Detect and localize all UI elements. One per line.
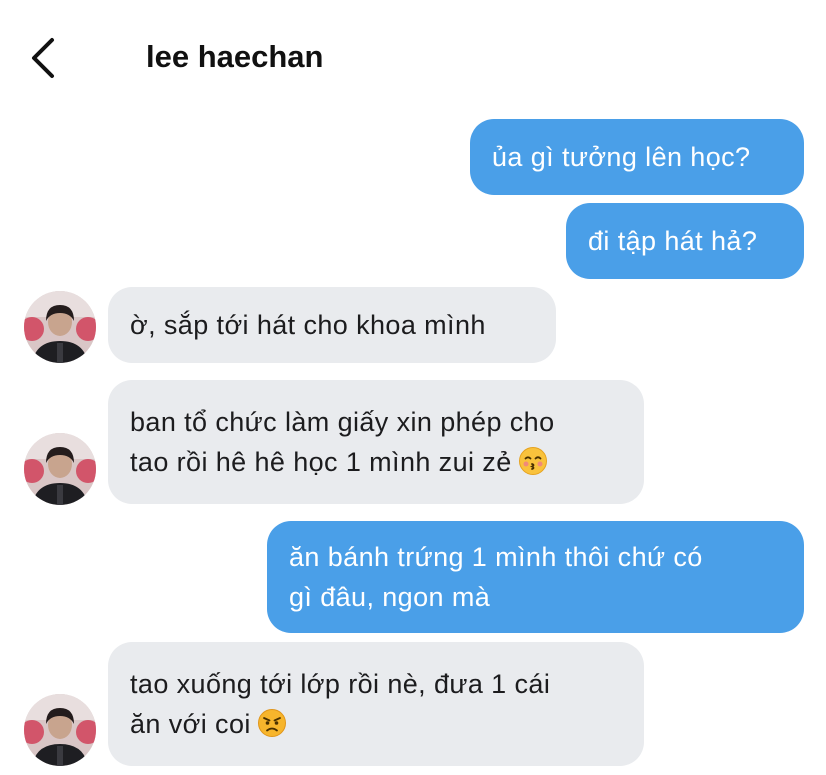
angry-face-emoji [257,709,286,737]
avatar[interactable] [24,433,96,505]
message-text-wrap: tao xuống tới lớp rồi nè, đưa 1 cái ăn v… [130,664,550,744]
message-bubble-incoming[interactable]: ờ, sắp tới hát cho khoa mình [108,287,556,363]
message-text: ăn bánh trứng 1 mình thôi chứ có gì đâu,… [289,542,703,612]
message-text-wrap: ban tổ chức làm giấy xin phép cho tao rồ… [130,402,555,482]
conversation-title[interactable]: lee haechan [146,38,323,76]
avatar[interactable] [24,694,96,766]
message-bubble-outgoing[interactable]: ăn bánh trứng 1 mình thôi chứ có gì đâu,… [267,521,804,633]
message-text: ờ, sắp tới hát cho khoa mình [130,310,486,340]
chevron-left-icon [32,38,54,78]
chat-screen: lee haechan ủa gì tưởng lên học? đi tập … [0,0,826,775]
avatar[interactable] [24,291,96,363]
message-bubble-incoming[interactable]: tao xuống tới lớp rồi nè, đưa 1 cái ăn v… [108,642,644,766]
message-bubble-outgoing[interactable]: đi tập hát hả? [566,203,804,279]
message-bubble-incoming[interactable]: ban tổ chức làm giấy xin phép cho tao rồ… [108,380,644,504]
kissing-face-closed-eyes-emoji [518,447,547,475]
chat-header: lee haechan [0,0,826,110]
back-button[interactable] [24,36,64,80]
message-bubble-outgoing[interactable]: ủa gì tưởng lên học? [470,119,804,195]
message-text: tao xuống tới lớp rồi nè, đưa 1 cái ăn v… [130,669,551,739]
message-text: đi tập hát hả? [588,226,758,256]
message-text: ủa gì tưởng lên học? [492,142,751,172]
message-text: ban tổ chức làm giấy xin phép cho tao rồ… [130,407,555,477]
